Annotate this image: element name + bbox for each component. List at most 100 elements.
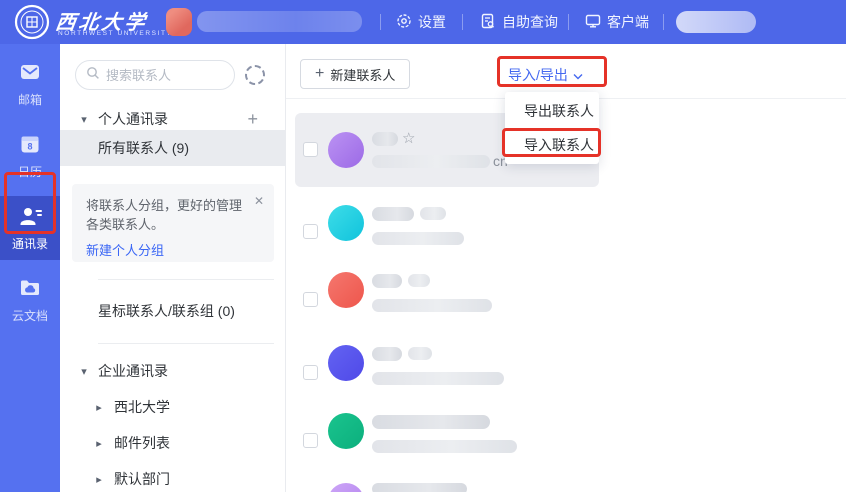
- enterprise-section-label: 企业通讯录: [98, 361, 168, 381]
- contact-row[interactable]: [286, 413, 626, 473]
- contact-checkbox[interactable]: [303, 292, 318, 307]
- client-label: 客户端: [607, 12, 649, 32]
- contact-name-redacted: [372, 483, 467, 492]
- app-rail: 邮箱 8 日历 通讯录: [0, 44, 60, 492]
- rail-item-calendar[interactable]: 8 日历: [0, 124, 60, 188]
- contact-name-redacted: [372, 347, 402, 361]
- calendar-icon: 8: [18, 132, 42, 159]
- header-divider: [462, 14, 463, 30]
- svg-text:8: 8: [27, 142, 32, 152]
- rail-label-mail: 邮箱: [18, 91, 42, 108]
- contact-name-redacted: [372, 415, 490, 429]
- star-icon[interactable]: ☆: [402, 129, 415, 147]
- rail-label-clouddocs: 云文档: [12, 307, 48, 324]
- contact-checkbox[interactable]: [303, 433, 318, 448]
- section-enterprise-contacts[interactable]: ▾ 企业通讯录: [60, 356, 286, 386]
- rail-label-calendar: 日历: [18, 163, 42, 180]
- user-name-redacted: [197, 11, 362, 32]
- cloud-folder-icon: [18, 276, 42, 303]
- contact-row[interactable]: [286, 481, 626, 492]
- contact-row[interactable]: [286, 204, 626, 264]
- self-query-label: 自助查询: [502, 12, 558, 32]
- chevron-down-icon: [573, 67, 583, 83]
- contact-email-redacted: [372, 299, 492, 312]
- search-input[interactable]: [106, 68, 216, 83]
- enterprise-item-label: 默认部门: [114, 469, 170, 489]
- contact-name-redacted: [408, 347, 432, 360]
- contact-list-area: + 新建联系人 导入/导出 ☆ cn: [286, 44, 846, 492]
- new-personal-group-link[interactable]: 新建个人分组: [86, 240, 164, 259]
- contact-avatar: [328, 483, 364, 492]
- enterprise-item-maillist[interactable]: ▸ 邮件列表: [60, 428, 286, 458]
- contact-avatar: [328, 205, 364, 241]
- logo-subtitle: NORTHWEST UNIVERSITY: [58, 30, 172, 37]
- settings-label: 设置: [418, 12, 446, 32]
- contact-name-redacted: [408, 274, 430, 287]
- contact-avatar: [328, 413, 364, 449]
- enterprise-item-label: 邮件列表: [114, 433, 170, 453]
- client-monitor-icon: [585, 13, 601, 32]
- contact-name-redacted: [372, 274, 402, 288]
- contact-email-redacted: [372, 372, 504, 385]
- menu-item-import-contacts[interactable]: 导入联系人: [505, 128, 599, 162]
- import-export-button[interactable]: 导入/导出: [508, 65, 583, 85]
- rail-item-clouddocs[interactable]: 云文档: [0, 268, 60, 332]
- chevron-down-icon: ▾: [78, 365, 90, 378]
- chevron-right-icon: ▸: [93, 473, 105, 486]
- contact-checkbox[interactable]: [303, 224, 318, 239]
- contact-row[interactable]: [286, 272, 626, 332]
- plus-icon: +: [315, 65, 324, 83]
- university-seal-logo: [14, 4, 50, 45]
- user-avatar[interactable]: [166, 8, 192, 36]
- contact-avatar: [328, 132, 364, 168]
- app-window: 西北大学 NORTHWEST UNIVERSITY 设置: [0, 0, 846, 492]
- contacts-sidebar-panel: ▾ 个人通讯录 + 所有联系人 (9) 将联系人分组，更好的管理各类联系人。 ✕…: [60, 44, 286, 492]
- gear-icon: [396, 13, 412, 32]
- contact-name-redacted: [372, 132, 398, 146]
- personal-section-label: 个人通讯录: [98, 109, 168, 129]
- panel-divider: [98, 279, 274, 280]
- contact-name-redacted: [372, 207, 414, 221]
- all-contacts-item[interactable]: 所有联系人 (9): [60, 130, 286, 166]
- rail-item-contacts[interactable]: 通讯录: [0, 196, 60, 260]
- enterprise-item-university[interactable]: ▸ 西北大学: [60, 392, 286, 422]
- contact-email-redacted: [372, 232, 464, 245]
- contacts-icon: [17, 204, 43, 231]
- refresh-icon[interactable]: [245, 65, 265, 85]
- starred-label: 星标联系人/联系组 (0): [98, 301, 235, 321]
- tip-text: 将联系人分组，更好的管理各类联系人。: [86, 196, 248, 234]
- chevron-right-icon: ▸: [93, 401, 105, 414]
- self-query-icon: [480, 13, 496, 32]
- header-divider: [380, 14, 381, 30]
- contact-email-redacted: [372, 155, 490, 168]
- menu-item-export-contacts[interactable]: 导出联系人: [505, 94, 599, 128]
- contact-row[interactable]: [286, 345, 626, 405]
- rail-item-mail[interactable]: 邮箱: [0, 52, 60, 116]
- chevron-right-icon: ▸: [93, 437, 105, 450]
- chevron-down-icon: ▾: [78, 113, 90, 126]
- header-divider: [568, 14, 569, 30]
- contact-name-redacted: [420, 207, 446, 220]
- contact-search-box[interactable]: [75, 60, 235, 90]
- header-divider: [663, 14, 664, 30]
- rail-label-contacts: 通讯录: [12, 235, 48, 252]
- contact-checkbox[interactable]: [303, 142, 318, 157]
- close-icon[interactable]: ✕: [254, 194, 264, 208]
- self-query-button[interactable]: 自助查询: [480, 0, 558, 44]
- client-button[interactable]: 客户端: [585, 0, 649, 44]
- panel-divider: [98, 343, 274, 344]
- all-contacts-label: 所有联系人 (9): [98, 138, 189, 158]
- add-group-icon[interactable]: +: [247, 109, 258, 130]
- contact-avatar: [328, 272, 364, 308]
- top-header: 西北大学 NORTHWEST UNIVERSITY 设置: [0, 0, 846, 44]
- import-export-label: 导入/导出: [508, 65, 568, 85]
- contact-email-redacted: [372, 440, 517, 453]
- grouping-tip-card: 将联系人分组，更好的管理各类联系人。 ✕ 新建个人分组: [72, 184, 274, 262]
- new-contact-button[interactable]: + 新建联系人: [300, 59, 410, 89]
- contact-checkbox[interactable]: [303, 365, 318, 380]
- starred-contacts-item[interactable]: 星标联系人/联系组 (0): [60, 296, 286, 326]
- import-export-dropdown: 导出联系人 导入联系人: [505, 92, 599, 164]
- settings-button[interactable]: 设置: [396, 0, 446, 44]
- contact-avatar: [328, 345, 364, 381]
- enterprise-item-default-dept[interactable]: ▸ 默认部门: [60, 464, 286, 492]
